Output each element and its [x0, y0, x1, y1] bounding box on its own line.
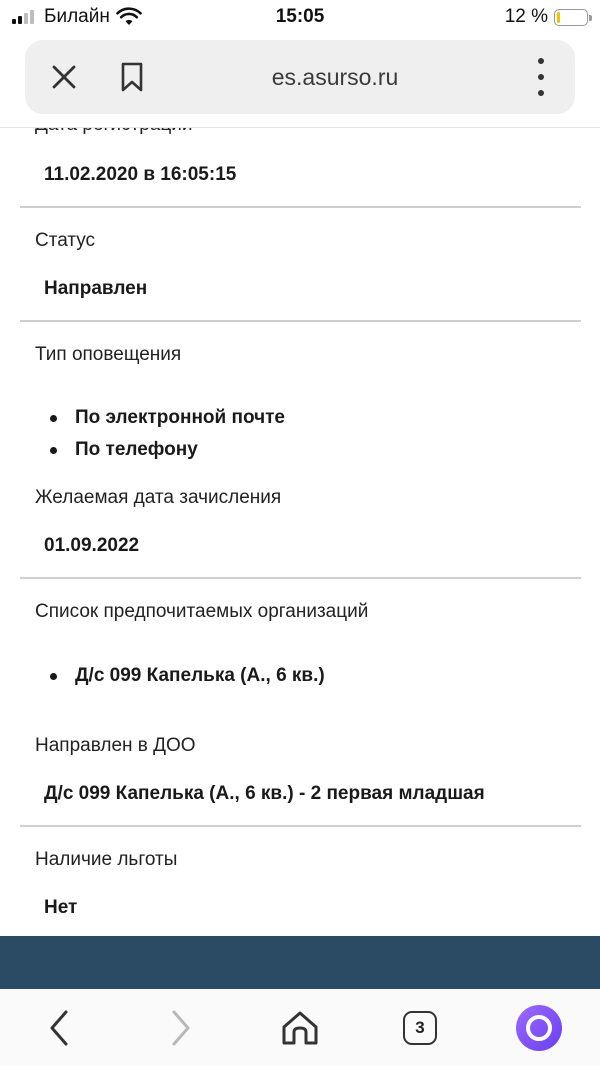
- preferred-orgs-label: Список предпочитаемых организаций: [35, 601, 369, 622]
- bullet-icon: [50, 414, 57, 422]
- tabs-count: 3: [415, 1018, 425, 1037]
- divider: [20, 825, 581, 827]
- preferred-org-item: Д/с 099 Капелька (А., 6 кв.): [75, 665, 325, 686]
- list-item: По телефону: [50, 439, 198, 461]
- home-button[interactable]: [277, 1005, 323, 1051]
- directed-to-label: Направлен в ДОО: [35, 735, 196, 756]
- bookmark-icon: [121, 62, 143, 92]
- more-menu-button[interactable]: [531, 58, 551, 96]
- list-item: По электронной почте: [50, 407, 285, 429]
- notification-type-email: По электронной почте: [75, 407, 286, 428]
- back-button[interactable]: [36, 1005, 82, 1051]
- battery-icon: [554, 8, 592, 26]
- battery-percent: 12 %: [504, 6, 548, 27]
- list-item: Д/с 099 Капелька (А., 6 кв.): [50, 665, 325, 687]
- alice-assistant-button[interactable]: [516, 1005, 562, 1051]
- bullet-icon: [50, 672, 57, 680]
- status-label: Статус: [35, 230, 96, 251]
- close-icon: [52, 65, 76, 89]
- browser-bottom-nav: 3: [0, 989, 600, 1066]
- back-icon: [50, 1010, 68, 1046]
- site-footer: [0, 936, 600, 989]
- notification-type-phone: По телефону: [75, 439, 198, 460]
- registration-date-label: Дата регистрации: [35, 128, 192, 136]
- status-bar-right: 12 %: [504, 6, 592, 28]
- tabs-button[interactable]: 3: [397, 1005, 443, 1051]
- close-button[interactable]: [49, 62, 79, 92]
- status-value: Направлен: [44, 278, 148, 299]
- desired-date-value: 01.09.2022: [44, 535, 140, 556]
- benefit-label: Наличие льготы: [35, 849, 178, 870]
- tabs-icon: 3: [403, 1011, 437, 1045]
- bookmark-button[interactable]: [117, 61, 147, 93]
- alice-assistant-icon: [516, 1005, 562, 1051]
- desired-date-label: Желаемая дата зачисления: [35, 487, 282, 508]
- notification-type-label: Тип оповещения: [35, 344, 182, 365]
- address-bar[interactable]: es.asurso.ru: [175, 40, 495, 114]
- divider: [20, 206, 581, 208]
- directed-to-value: Д/с 099 Капелька (А., 6 кв.) - 2 первая …: [44, 783, 485, 804]
- application-details: Дата регистрации 11.02.2020 в 16:05:15 С…: [0, 128, 600, 936]
- status-bar: Билайн 15:05 12 %: [0, 0, 600, 36]
- forward-icon: [172, 1010, 190, 1046]
- home-icon: [282, 1011, 318, 1045]
- benefit-value: Нет: [44, 897, 78, 918]
- battery-level: [557, 11, 561, 23]
- browser-toolbar: es.asurso.ru: [25, 40, 575, 114]
- forward-button[interactable]: [158, 1005, 204, 1051]
- bullet-icon: [50, 446, 57, 454]
- divider: [20, 320, 581, 322]
- more-vertical-icon: [538, 58, 544, 64]
- divider: [20, 577, 581, 579]
- registration-date-value: 11.02.2020 в 16:05:15: [44, 164, 237, 185]
